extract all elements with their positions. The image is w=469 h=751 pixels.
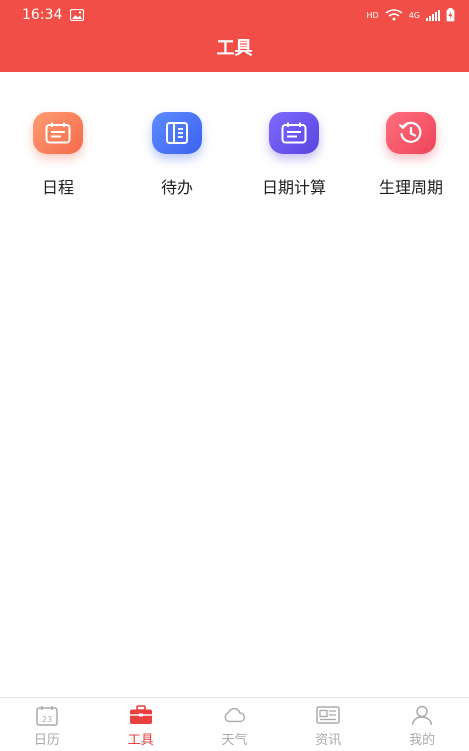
tab-weather[interactable]: 天气 [188,698,282,751]
network-label: HD [366,10,379,20]
cellular-label: 4G [408,10,420,20]
tools-grid: 日程 待办 日期计算 生理周期 [0,112,469,202]
bottom-tab-bar: 23 日历 工具 天气 资讯 我的 [0,697,469,751]
status-time: 16:34 [22,7,63,23]
tab-profile[interactable]: 我的 [375,698,469,751]
page-title: 工具 [216,38,253,59]
battery-icon [446,8,455,22]
top-bar: 16:34 HD 4G 工具 [0,0,469,72]
calendar-icon [269,112,319,154]
tab-label: 我的 [409,733,436,748]
tool-todo[interactable]: 待办 [127,112,227,198]
calendar-icon [33,112,83,154]
tab-news[interactable]: 资讯 [281,698,375,751]
tool-schedule[interactable]: 日程 [8,112,108,198]
signal-icon [426,9,440,21]
status-bar: 16:34 HD 4G [0,0,469,30]
cloud-icon [222,704,246,726]
tab-label: 资讯 [315,733,342,748]
user-icon [410,704,434,726]
notebook-icon [152,112,202,154]
clock-icon [386,112,436,154]
tool-date-calc[interactable]: 日期计算 [244,112,344,198]
calendar-day-number: 23 [42,715,52,724]
tool-cycle[interactable]: 生理周期 [361,112,461,198]
tab-calendar[interactable]: 23 日历 [0,698,94,751]
tool-label: 生理周期 [378,178,443,197]
tool-label: 日程 [41,178,74,197]
image-icon [70,9,85,21]
tab-label: 日历 [33,733,60,748]
tab-tools[interactable]: 工具 [94,698,188,751]
wifi-icon [385,9,403,21]
toolbox-icon [129,704,153,726]
tool-label: 待办 [160,178,193,197]
calendar-icon: 23 [35,704,59,726]
tab-label: 天气 [221,733,248,748]
tab-label: 工具 [127,733,154,748]
tool-label: 日期计算 [261,178,326,197]
news-icon [316,704,341,726]
